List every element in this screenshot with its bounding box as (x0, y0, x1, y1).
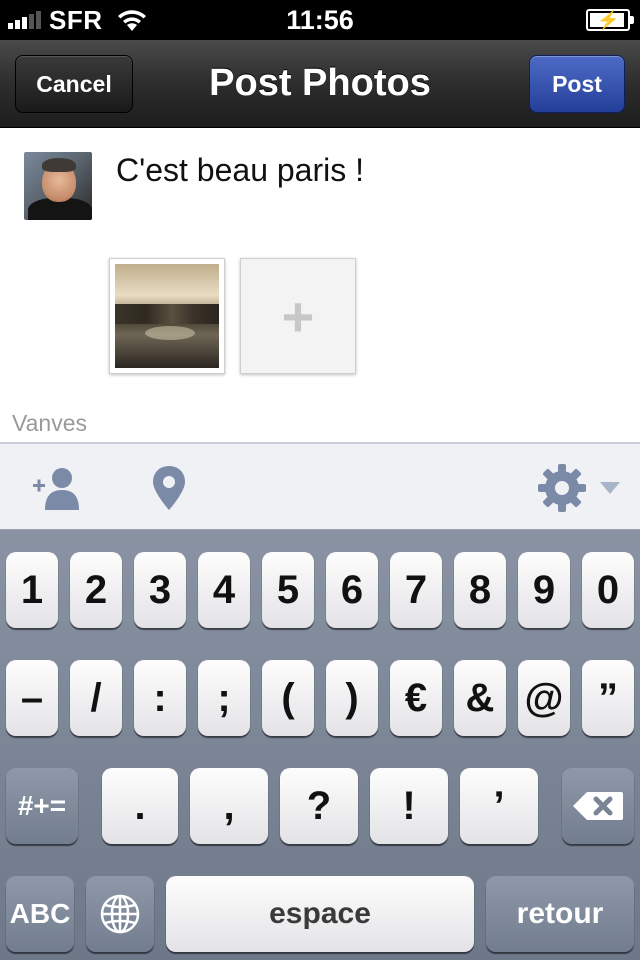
location-label[interactable]: Vanves (12, 410, 87, 437)
key-9[interactable]: 9 (518, 552, 570, 628)
add-photo-button[interactable]: + (240, 258, 356, 374)
status-time: 11:56 (286, 5, 354, 35)
status-bar: SFR 11:56 ⚡ (0, 0, 640, 40)
post-options-toolbar (0, 442, 640, 530)
key-comma[interactable]: , (190, 768, 268, 844)
key-slash[interactable]: / (70, 660, 122, 736)
key-more-symbols[interactable]: #+= (6, 768, 78, 844)
globe-key[interactable] (86, 876, 154, 952)
return-key[interactable]: retour (486, 876, 634, 952)
gear-icon (538, 464, 586, 512)
privacy-settings-button[interactable] (534, 444, 624, 532)
navigation-bar: Cancel Post Photos Post (0, 40, 640, 128)
key-open-paren[interactable]: ( (262, 660, 314, 736)
location-pin-icon (153, 466, 185, 510)
key-abc[interactable]: ABC (6, 876, 74, 952)
attached-photo (115, 264, 219, 368)
key-period[interactable]: . (102, 768, 178, 844)
globe-icon (100, 894, 140, 934)
key-semicolon[interactable]: ; (198, 660, 250, 736)
backspace-key[interactable] (562, 768, 634, 844)
key-3[interactable]: 3 (134, 552, 186, 628)
key-euro[interactable]: € (390, 660, 442, 736)
key-close-paren[interactable]: ) (326, 660, 378, 736)
battery-charging-icon: ⚡ (586, 9, 634, 31)
key-quote[interactable]: ” (582, 660, 634, 736)
key-6[interactable]: 6 (326, 552, 378, 628)
key-4[interactable]: 4 (198, 552, 250, 628)
key-2[interactable]: 2 (70, 552, 122, 628)
key-1[interactable]: 1 (6, 552, 58, 628)
keyboard: 1 2 3 4 5 6 7 8 9 0 – / : ; ( ) € & @ ” … (0, 530, 640, 960)
key-question[interactable]: ? (280, 768, 358, 844)
tag-friend-button[interactable] (28, 444, 84, 532)
tag-friend-icon (33, 468, 79, 510)
key-exclamation[interactable]: ! (370, 768, 448, 844)
space-key[interactable]: espace (166, 876, 474, 952)
photo-thumbnail[interactable] (109, 258, 225, 374)
key-at[interactable]: @ (518, 660, 570, 736)
post-composer: C'est beau paris ! + Vanves (0, 128, 640, 442)
dropdown-arrow-icon (600, 482, 620, 494)
key-colon[interactable]: : (134, 660, 186, 736)
key-ampersand[interactable]: & (454, 660, 506, 736)
backspace-icon (573, 792, 623, 820)
key-0[interactable]: 0 (582, 552, 634, 628)
plus-icon: + (281, 284, 315, 348)
key-5[interactable]: 5 (262, 552, 314, 628)
post-button[interactable]: Post (529, 55, 625, 113)
key-8[interactable]: 8 (454, 552, 506, 628)
add-location-button[interactable] (146, 444, 192, 532)
post-text-input[interactable]: C'est beau paris ! (116, 152, 364, 189)
key-dash[interactable]: – (6, 660, 58, 736)
key-apostrophe[interactable]: ’ (460, 768, 538, 844)
avatar (24, 152, 92, 220)
key-7[interactable]: 7 (390, 552, 442, 628)
